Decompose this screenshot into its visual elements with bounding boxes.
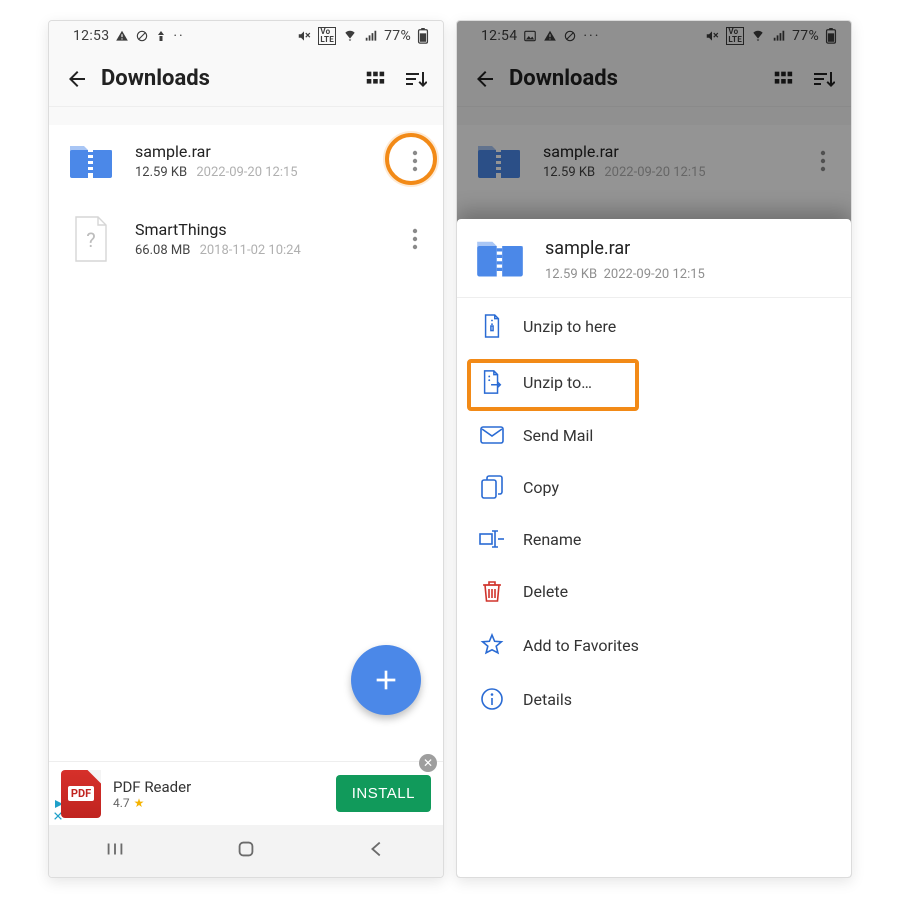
- page-title: Downloads: [101, 66, 355, 91]
- phone-screenshot-2: 12:54 ··· VoLTE 77% Downloads: [456, 20, 852, 878]
- status-more-icon: ··: [173, 28, 184, 44]
- app-bar: Downloads: [49, 51, 443, 107]
- rename-icon: [479, 529, 505, 549]
- ad-title: PDF Reader: [113, 778, 191, 796]
- file-date: 2018-11-02 10:24: [200, 243, 301, 258]
- file-menu-button[interactable]: [395, 141, 435, 181]
- delete-icon: [479, 579, 505, 603]
- copy-icon: [479, 475, 505, 499]
- action-details[interactable]: Details: [457, 672, 851, 726]
- block-icon: [135, 29, 149, 43]
- ad-banner[interactable]: PDF PDF Reader 4.7★ INSTALL ✕: [49, 761, 443, 825]
- action-label: Send Mail: [523, 426, 593, 445]
- unknown-file-icon: ?: [65, 217, 117, 261]
- action-rename[interactable]: Rename: [457, 514, 851, 564]
- svg-text:?: ?: [86, 228, 95, 252]
- file-size: 12.59 KB: [135, 165, 187, 180]
- volte-icon: VoLTE: [318, 27, 336, 45]
- action-label: Details: [523, 690, 572, 709]
- battery-icon: [417, 28, 429, 44]
- recents-button[interactable]: [104, 838, 126, 864]
- sheet-header: sample.rar 12.59 KB 2022-09-20 12:15: [457, 219, 851, 298]
- action-label: Copy: [523, 478, 559, 497]
- file-name: sample.rar: [135, 142, 395, 161]
- back-nav-button[interactable]: [366, 838, 388, 864]
- action-copy[interactable]: Copy: [457, 460, 851, 514]
- status-battery-pct: 77%: [384, 28, 411, 44]
- file-row[interactable]: ? SmartThings 66.08 MB 2018-11-02 10:24: [49, 203, 443, 275]
- view-grid-button[interactable]: [355, 59, 395, 99]
- system-nav-bar: [49, 825, 443, 877]
- action-label: Unzip to…: [523, 373, 592, 392]
- file-size: 66.08 MB: [135, 243, 190, 258]
- sheet-file-name: sample.rar: [545, 238, 705, 259]
- file-list: sample.rar 12.59 KB 2022-09-20 12:15 ?: [49, 125, 443, 275]
- action-label: Unzip to here: [523, 317, 616, 336]
- action-unzip-here[interactable]: Unzip to here: [457, 298, 851, 354]
- status-bar: 12:53 ·· VoLTE 77%: [49, 21, 443, 51]
- ad-rating: 4.7★: [113, 796, 191, 810]
- home-button[interactable]: [235, 838, 257, 864]
- status-time: 12:53: [73, 28, 109, 44]
- add-fab[interactable]: [351, 645, 421, 715]
- action-add-favorite[interactable]: Add to Favorites: [457, 618, 851, 672]
- zip-file-icon: [65, 139, 117, 183]
- file-row[interactable]: sample.rar 12.59 KB 2022-09-20 12:15: [49, 125, 443, 197]
- zip-file-icon: [475, 237, 531, 283]
- ad-app-icon: PDF: [61, 770, 101, 818]
- action-label: Rename: [523, 530, 581, 549]
- action-label: Add to Favorites: [523, 636, 639, 655]
- sheet-action-list: Unzip to here Unzip to… Send Mail: [457, 298, 851, 726]
- unzip-to-icon: [479, 369, 505, 395]
- warning-icon: [115, 29, 129, 43]
- info-icon: [479, 687, 505, 711]
- star-icon: ★: [134, 796, 145, 810]
- file-date: 2022-09-20 12:15: [196, 165, 297, 180]
- action-unzip-to[interactable]: Unzip to…: [457, 354, 851, 410]
- mail-icon: [479, 425, 505, 445]
- sheet-file-size: 12.59 KB: [545, 267, 597, 282]
- install-button[interactable]: INSTALL: [336, 775, 431, 812]
- action-send-mail[interactable]: Send Mail: [457, 410, 851, 460]
- sort-button[interactable]: [395, 59, 435, 99]
- file-name: SmartThings: [135, 220, 395, 239]
- action-delete[interactable]: Delete: [457, 564, 851, 618]
- sheet-file-date: 2022-09-20 12:15: [604, 267, 705, 282]
- bottom-sheet: sample.rar 12.59 KB 2022-09-20 12:15 Unz…: [457, 219, 851, 877]
- back-button[interactable]: [57, 59, 97, 99]
- phone-screenshot-1: 12:53 ·· VoLTE 77% Downloads: [48, 20, 444, 878]
- file-menu-button[interactable]: [395, 219, 435, 259]
- star-icon: [479, 633, 505, 657]
- signal-icon: [364, 29, 378, 43]
- wifi-icon: [342, 29, 358, 43]
- action-label: Delete: [523, 582, 568, 601]
- mute-icon: [296, 29, 312, 43]
- unzip-here-icon: [479, 313, 505, 339]
- ad-close-button[interactable]: ✕: [419, 754, 437, 772]
- misc-icon: [155, 29, 167, 43]
